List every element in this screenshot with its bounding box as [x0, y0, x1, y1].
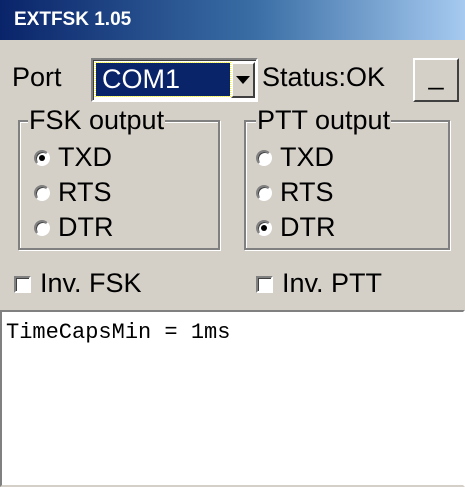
- ptt-dtr-radio-button[interactable]: [256, 220, 272, 236]
- extfsk-window: EXTFSK 1.05 Port COM1 Status:OK _ FSK ou…: [0, 0, 465, 487]
- chevron-down-icon[interactable]: [231, 62, 255, 98]
- fsk-rts-radio-button[interactable]: [34, 185, 50, 201]
- fsk-dtr-radio-button[interactable]: [34, 220, 50, 236]
- fsk-output-title: FSK output: [28, 105, 166, 135]
- ptt-rts-label: RTS: [280, 177, 334, 207]
- status-text: Status:OK: [262, 62, 386, 92]
- fsk-rts-label: RTS: [58, 177, 112, 207]
- inv-ptt-label: Inv. PTT: [282, 268, 383, 298]
- log-textarea[interactable]: TimeCapsMin = 1ms: [0, 310, 465, 487]
- ptt-txd-label: TXD: [280, 142, 334, 172]
- fsk-dtr-label: DTR: [58, 212, 114, 242]
- inv-fsk-label: Inv. FSK: [40, 268, 142, 298]
- title-bar[interactable]: EXTFSK 1.05: [0, 0, 465, 40]
- inv-fsk-checkbox[interactable]: [14, 276, 31, 293]
- ptt-dtr-label: DTR: [280, 212, 336, 242]
- window-title: EXTFSK 1.05: [14, 9, 132, 30]
- log-line: TimeCapsMin = 1ms: [6, 320, 231, 345]
- port-selected-value: COM1: [95, 62, 231, 97]
- ptt-rts-radio-button[interactable]: [256, 185, 272, 201]
- ptt-output-title: PTT output: [256, 105, 392, 135]
- ptt-output-group: [244, 120, 450, 250]
- minimize-button[interactable]: _: [413, 58, 459, 102]
- ptt-txd-radio-button[interactable]: [256, 150, 272, 166]
- port-select[interactable]: COM1: [91, 58, 258, 102]
- inv-ptt-checkbox[interactable]: [256, 276, 273, 293]
- port-label: Port: [12, 62, 62, 92]
- fsk-txd-radio-button[interactable]: [34, 150, 50, 166]
- fsk-txd-label: TXD: [58, 142, 112, 172]
